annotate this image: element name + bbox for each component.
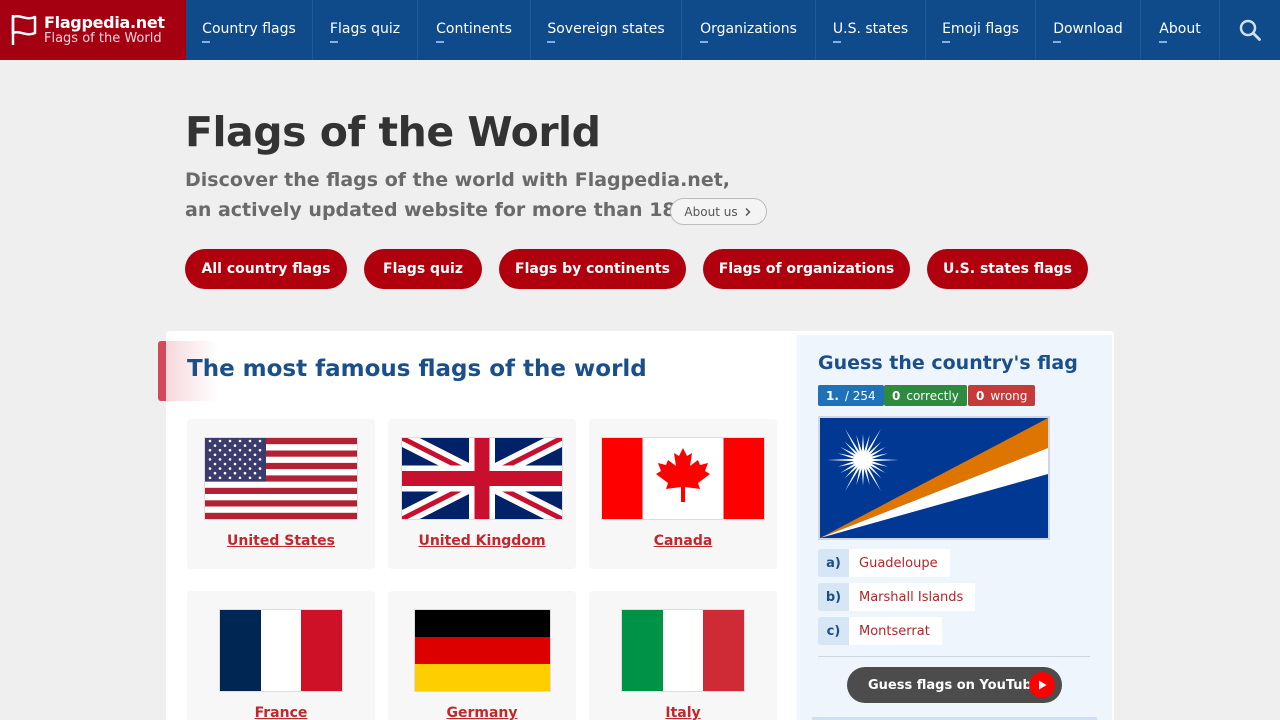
us-states-flags-button[interactable]: U.S. states flags — [927, 249, 1088, 289]
answer-option-a[interactable]: a) Guadeloupe — [818, 549, 950, 577]
answer-letter: c) — [818, 617, 849, 645]
question-number: 1. — [826, 388, 839, 403]
search-icon — [1239, 19, 1261, 41]
italy-flag-image — [622, 610, 744, 691]
uk-flag-image — [402, 438, 562, 519]
youtube-button-label: Guess flags on YouTube! — [868, 677, 1047, 693]
nav-organizations[interactable]: Organizations — [682, 0, 816, 60]
all-country-flags-button[interactable]: All country flags — [185, 249, 347, 289]
page-title: Flags of the World — [185, 108, 601, 156]
correct-count-badge: 0 correctly — [884, 385, 967, 406]
flag-name-france[interactable]: France — [187, 705, 375, 720]
wrong-label: wrong — [990, 388, 1028, 403]
flag-united-kingdom[interactable] — [401, 437, 563, 520]
play-icon — [1029, 672, 1055, 698]
question-total: / 254 — [844, 388, 876, 403]
flag-italy[interactable] — [621, 609, 745, 692]
germany-flag-image — [415, 610, 550, 691]
flag-name-united-kingdom[interactable]: United Kingdom — [388, 533, 576, 549]
famous-flags-heading: The most famous flags of the world — [187, 356, 647, 382]
answer-option-c[interactable]: c) Montserrat — [818, 617, 942, 645]
hero-description-line2: an actively updated website for more tha… — [185, 199, 749, 221]
flag-name-united-states[interactable]: United States — [187, 533, 375, 549]
flag-name-canada[interactable]: Canada — [589, 533, 777, 549]
flag-germany[interactable] — [414, 609, 551, 692]
nav-download[interactable]: Download — [1036, 0, 1141, 60]
hero-description-line1: Discover the flags of the world with Fla… — [185, 169, 731, 191]
marshall-islands-flag-image — [820, 418, 1048, 538]
us-flag-image — [205, 438, 357, 519]
brand-name: Flagpedia.net — [44, 13, 165, 33]
nav-flags-quiz[interactable]: Flags quiz — [313, 0, 418, 60]
flag-united-states[interactable] — [204, 437, 358, 520]
flag-logo-icon — [11, 15, 37, 45]
flag-name-italy[interactable]: Italy — [589, 705, 777, 720]
nav-us-states[interactable]: U.S. states — [816, 0, 926, 60]
answer-letter: b) — [818, 583, 849, 611]
flag-name-germany[interactable]: Germany — [388, 705, 576, 720]
answer-letter: a) — [818, 549, 849, 577]
nav-about[interactable]: About — [1141, 0, 1220, 60]
youtube-quiz-button[interactable]: Guess flags on YouTube! — [847, 667, 1062, 703]
quiz-divider — [818, 656, 1090, 657]
answer-text: Montserrat — [849, 617, 942, 645]
correct-label: correctly — [906, 388, 959, 403]
answer-text: Marshall Islands — [849, 583, 976, 611]
main-nav: Country flags Flags quiz Continents Sove… — [186, 0, 1280, 60]
canada-flag-image — [602, 438, 764, 519]
quiz-heading: Guess the country's flag — [818, 352, 1078, 374]
flag-france[interactable] — [219, 609, 343, 692]
brand-tagline: Flags of the World — [44, 30, 162, 46]
answer-option-b[interactable]: b) Marshall Islands — [818, 583, 976, 611]
nav-emoji-flags[interactable]: Emoji flags — [926, 0, 1036, 60]
nav-country-flags[interactable]: Country flags — [186, 0, 313, 60]
correct-count: 0 — [892, 388, 901, 403]
top-navigation: Flagpedia.net Flags of the World Country… — [0, 0, 1280, 60]
france-flag-image — [220, 610, 342, 691]
question-counter-badge: 1. / 254 — [818, 385, 884, 406]
flags-quiz-button[interactable]: Flags quiz — [364, 249, 482, 289]
nav-sovereign-states[interactable]: Sovereign states — [531, 0, 682, 60]
search-button[interactable] — [1220, 0, 1280, 60]
about-us-label: About us — [684, 204, 738, 219]
wrong-count: 0 — [976, 388, 985, 403]
about-us-button[interactable]: About us — [670, 198, 767, 225]
flag-canada[interactable] — [601, 437, 765, 520]
brand-logo-link[interactable]: Flagpedia.net Flags of the World — [0, 0, 186, 60]
wrong-count-badge: 0 wrong — [968, 385, 1036, 406]
chevron-right-icon — [745, 207, 751, 216]
flags-of-organizations-button[interactable]: Flags of organizations — [703, 249, 910, 289]
answer-text: Guadeloupe — [849, 549, 950, 577]
nav-continents[interactable]: Continents — [418, 0, 531, 60]
quiz-flag — [818, 416, 1050, 540]
flags-by-continents-button[interactable]: Flags by continents — [499, 249, 686, 289]
